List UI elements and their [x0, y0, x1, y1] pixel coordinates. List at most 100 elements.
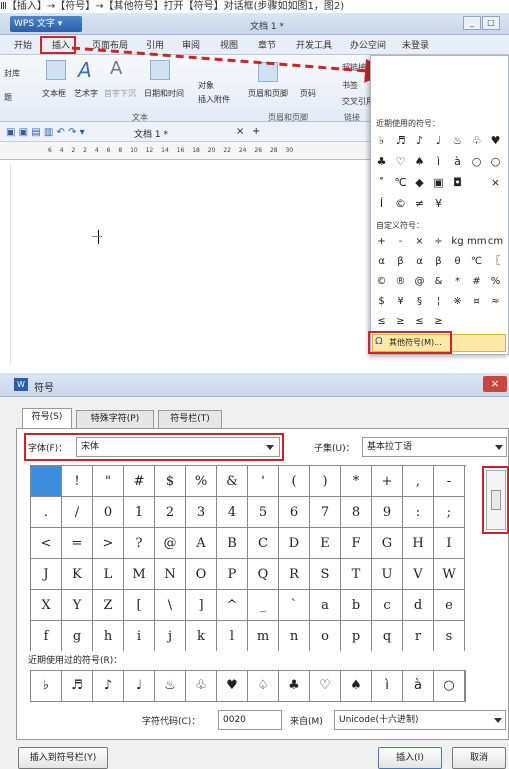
- symbol-cell[interactable]: @: [155, 528, 186, 559]
- dropdown-custom-symbol[interactable]: ©: [372, 272, 391, 292]
- dropdown-custom-symbol[interactable]: ®: [391, 272, 410, 292]
- symbol-cell[interactable]: B: [217, 528, 248, 559]
- dropdown-recent-symbol[interactable]: ©: [391, 194, 410, 214]
- symbol-cell[interactable]: \: [155, 590, 186, 621]
- symbol-cell[interactable]: a: [310, 590, 341, 621]
- symbol-cell[interactable]: l: [217, 621, 248, 651]
- recent-symbol[interactable]: ♤: [248, 671, 279, 701]
- symbol-cell[interactable]: 6: [279, 497, 310, 528]
- document-page[interactable]: [0, 160, 370, 370]
- dropdown-recent-symbol[interactable]: ♬: [391, 131, 410, 151]
- symbol-cell[interactable]: D: [279, 528, 310, 559]
- recent-symbol[interactable]: ♪: [93, 671, 124, 701]
- dropdown-recent-symbol[interactable]: ♧: [467, 131, 486, 151]
- symbol-cell[interactable]: P: [217, 559, 248, 590]
- dropdown-recent-symbol[interactable]: ♨: [448, 131, 467, 151]
- symbol-cell[interactable]: 4: [217, 497, 248, 528]
- from-select[interactable]: Unicode(十六进制): [334, 710, 506, 730]
- recent-symbol[interactable]: ♡: [310, 671, 341, 701]
- symbol-cell[interactable]: N: [155, 559, 186, 590]
- symbol-cell-selected[interactable]: [31, 466, 62, 497]
- symbol-cell[interactable]: /: [62, 497, 93, 528]
- symbol-cell[interactable]: $: [155, 466, 186, 497]
- dropdown-custom-symbol[interactable]: [467, 312, 486, 332]
- dropdown-recent-symbol[interactable]: ¥: [429, 194, 448, 214]
- dropdown-custom-symbol[interactable]: $: [372, 292, 391, 312]
- recent-symbol[interactable]: ♠: [341, 671, 372, 701]
- symbol-cell[interactable]: K: [62, 559, 93, 590]
- dropdown-recent-symbol[interactable]: ♩: [429, 131, 448, 151]
- recent-symbol[interactable]: ♥: [217, 671, 248, 701]
- recent-symbol[interactable]: ○: [434, 671, 465, 701]
- symbol-cell[interactable]: i: [124, 621, 155, 651]
- symbol-cell[interactable]: H: [403, 528, 434, 559]
- dropdown-recent-symbol[interactable]: ○: [486, 152, 505, 172]
- dropdown-recent-symbol[interactable]: [467, 173, 486, 193]
- symbol-cell[interactable]: *: [341, 466, 372, 497]
- symbol-cell[interactable]: d: [403, 590, 434, 621]
- dropdown-custom-symbol[interactable]: [486, 312, 505, 332]
- scroll-thumb[interactable]: [491, 490, 501, 510]
- symbol-cell[interactable]: g: [62, 621, 93, 651]
- dropdown-custom-symbol[interactable]: ¦: [429, 292, 448, 312]
- cancel-button[interactable]: 取消: [452, 747, 506, 769]
- dropdown-custom-symbol[interactable]: @: [410, 272, 429, 292]
- symbol-cell[interactable]: S: [310, 559, 341, 590]
- symbol-cell[interactable]: J: [31, 559, 62, 590]
- recent-symbol[interactable]: ì: [372, 671, 403, 701]
- recent-symbol[interactable]: ♩: [124, 671, 155, 701]
- dropdown-custom-symbol[interactable]: ※: [448, 292, 467, 312]
- doc-tab[interactable]: 文档 1 *: [134, 127, 168, 140]
- symbol-cell[interactable]: -: [434, 466, 465, 497]
- dropdown-custom-symbol[interactable]: θ: [448, 252, 467, 272]
- dropdown-recent-symbol[interactable]: ▣: [429, 173, 448, 193]
- dropdown-recent-symbol[interactable]: ×: [486, 173, 505, 193]
- symbol-cell[interactable]: e: [434, 590, 465, 621]
- dropdown-recent-symbol[interactable]: ○: [467, 152, 486, 172]
- dropdown-recent-symbol[interactable]: ♥: [486, 131, 505, 151]
- dropdown-custom-symbol[interactable]: %: [486, 272, 505, 292]
- recent-symbol[interactable]: ♨: [155, 671, 186, 701]
- symbol-cell[interactable]: M: [124, 559, 155, 590]
- symbol-cell[interactable]: Y: [62, 590, 93, 621]
- dropdown-recent-symbol[interactable]: ≠: [410, 194, 429, 214]
- dropdown-custom-symbol[interactable]: [448, 312, 467, 332]
- dropdown-custom-symbol[interactable]: ÷: [429, 232, 448, 252]
- dropdown-custom-symbol[interactable]: ≤: [410, 312, 429, 332]
- symbol-cell[interactable]: C: [248, 528, 279, 559]
- symbol-cell[interactable]: 9: [372, 497, 403, 528]
- symbol-cell[interactable]: o: [310, 621, 341, 651]
- dropdown-recent-symbol[interactable]: à: [448, 152, 467, 172]
- dropdown-recent-symbol[interactable]: ♠: [410, 152, 429, 172]
- dialog-close-button[interactable]: ×: [483, 376, 507, 392]
- symbol-cell[interactable]: c: [372, 590, 403, 621]
- char-code-input[interactable]: 0020: [218, 710, 282, 730]
- dropdown-recent-symbol[interactable]: ♣: [372, 152, 391, 172]
- symbol-cell[interactable]: .: [31, 497, 62, 528]
- symbol-cell[interactable]: 7: [310, 497, 341, 528]
- symbol-cell[interactable]: :: [403, 497, 434, 528]
- symbol-cell[interactable]: L: [93, 559, 124, 590]
- symbol-cell[interactable]: b: [341, 590, 372, 621]
- insert-to-bar-button[interactable]: 插入到符号栏(Y): [18, 747, 108, 769]
- symbol-cell[interactable]: ;: [434, 497, 465, 528]
- dropdown-recent-symbol[interactable]: ♭: [372, 131, 391, 151]
- symbol-cell[interactable]: r: [403, 621, 434, 651]
- recent-symbol[interactable]: ♧: [186, 671, 217, 701]
- dropdown-recent-symbol[interactable]: ◘: [448, 173, 467, 193]
- symbol-cell[interactable]: ): [310, 466, 341, 497]
- subset-select[interactable]: 基本拉丁语: [362, 437, 507, 457]
- symbol-cell[interactable]: `: [279, 590, 310, 621]
- dropdown-custom-symbol[interactable]: ℃: [467, 252, 486, 272]
- symbol-cell[interactable]: E: [310, 528, 341, 559]
- close-tab-icon[interactable]: ×: [236, 126, 244, 137]
- symbol-cell[interactable]: A: [186, 528, 217, 559]
- dropdown-custom-symbol[interactable]: ≤: [372, 312, 391, 332]
- dropdown-custom-symbol[interactable]: *: [448, 272, 467, 292]
- dropdown-recent-symbol[interactable]: ♪: [410, 131, 429, 151]
- symbol-cell[interactable]: 8: [341, 497, 372, 528]
- symbol-cell[interactable]: h: [93, 621, 124, 651]
- dropdown-recent-symbol[interactable]: ◆: [410, 173, 429, 193]
- symbol-cell[interactable]: p: [341, 621, 372, 651]
- symbol-cell[interactable]: q: [372, 621, 403, 651]
